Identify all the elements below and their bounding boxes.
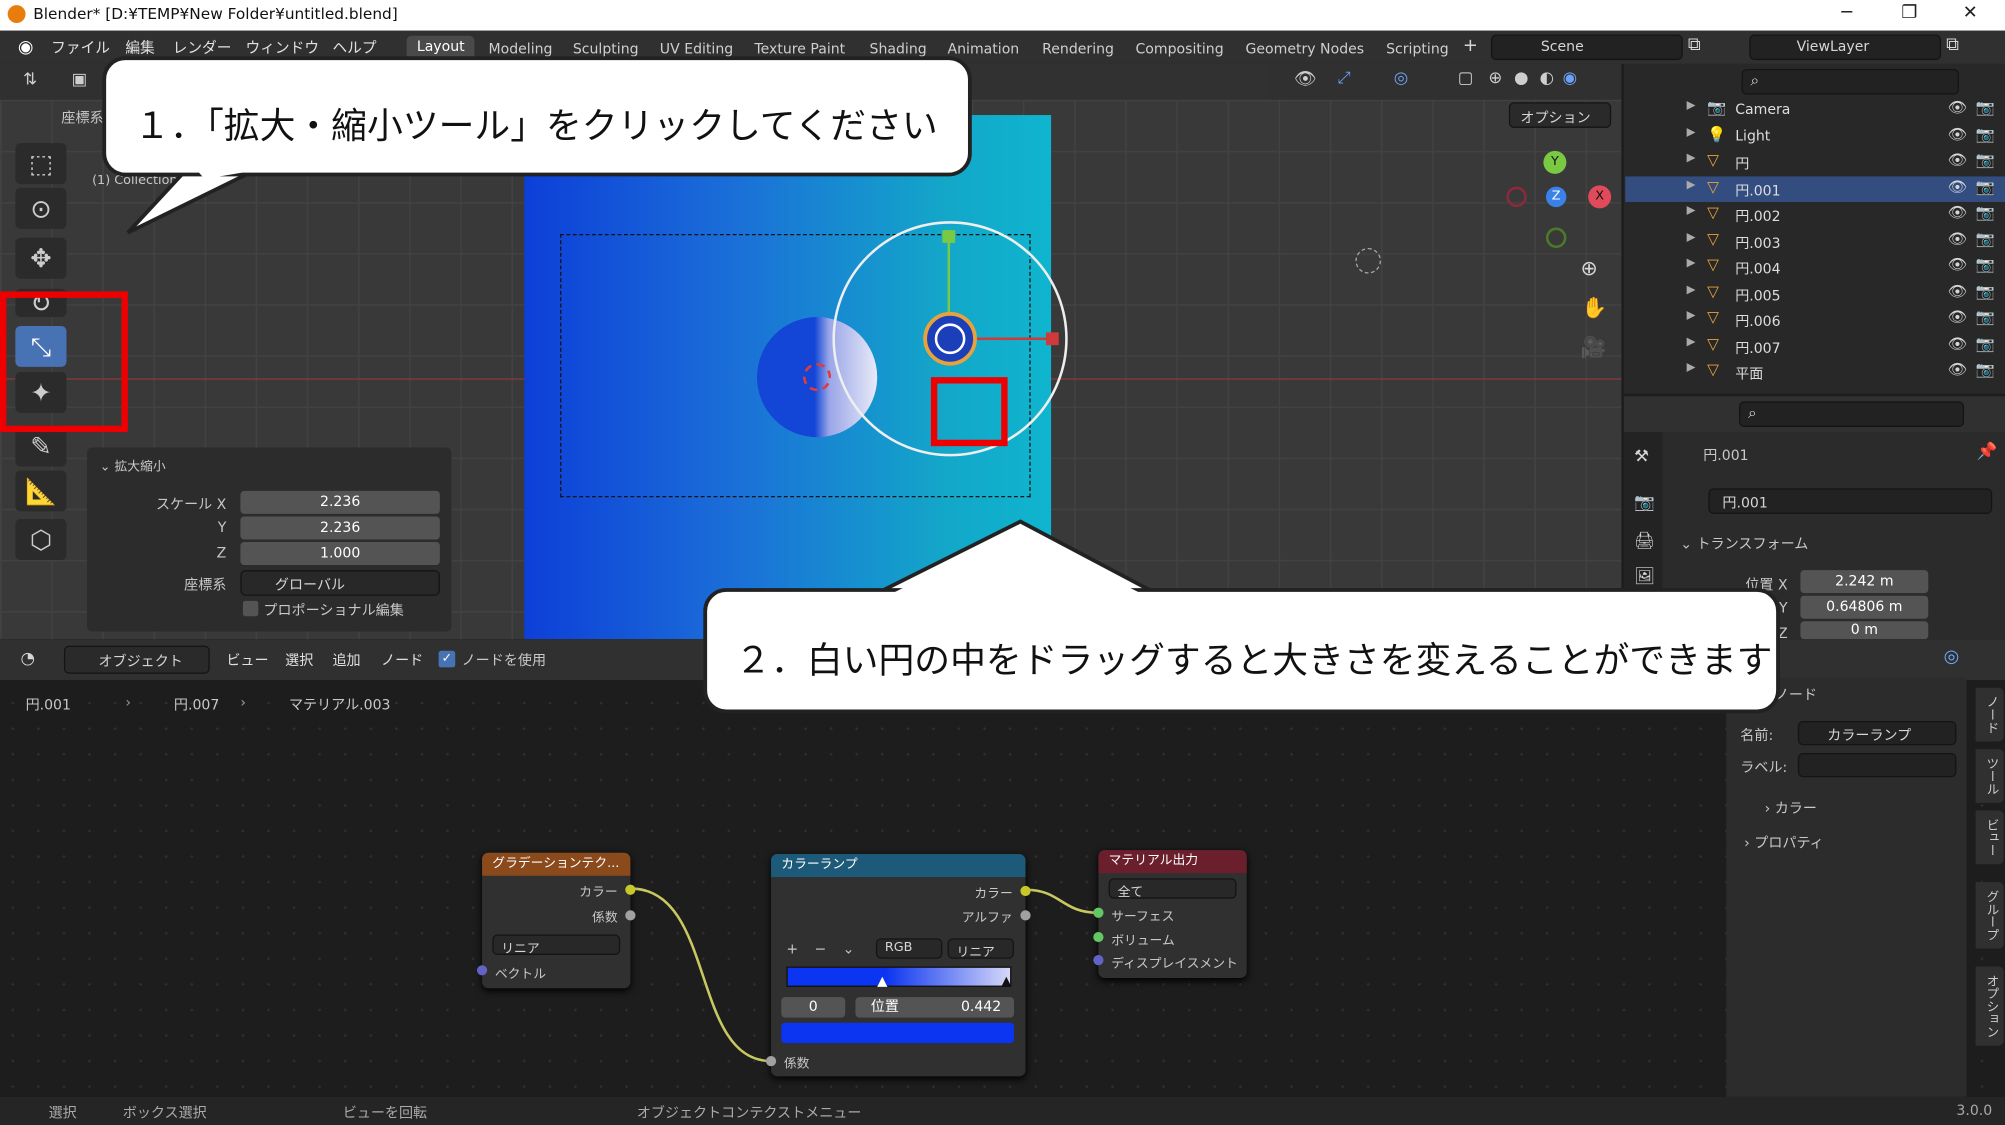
callout-tail-covers [195, 168, 1146, 596]
